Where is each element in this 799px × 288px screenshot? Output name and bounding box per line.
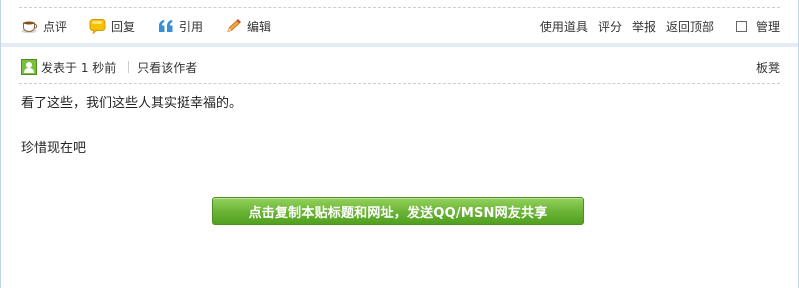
quote-icon [157, 17, 175, 35]
quote-button[interactable]: 引用 [157, 17, 203, 35]
post-meta-row: 发表于 1 秒前 只看该作者 板凳 [21, 57, 780, 77]
comment-button-label: 点评 [43, 19, 68, 34]
manage-toggle[interactable]: 管理 [735, 18, 780, 35]
reply-button[interactable]: 回复 [89, 17, 135, 35]
post-content-line: 珍惜现在吧 [21, 141, 87, 156]
speech-bubble-icon [89, 17, 107, 35]
report-link[interactable]: 举报 [632, 18, 656, 35]
back-to-top-link[interactable]: 返回顶部 [666, 18, 714, 35]
use-tools-link[interactable]: 使用道具 [540, 18, 588, 35]
post-meta-left: 发表于 1 秒前 只看该作者 [21, 59, 197, 76]
edit-button-label: 编辑 [247, 19, 272, 34]
only-author-link[interactable]: 只看该作者 [137, 59, 197, 76]
meta-divider [128, 61, 130, 73]
coffee-cup-icon [21, 17, 39, 35]
post-separator-bar [1, 43, 798, 47]
toolbar-left-actions: 点评 回复 引用 编辑 [21, 16, 293, 36]
pencil-icon [225, 17, 243, 35]
quote-button-label: 引用 [179, 19, 204, 34]
post-frame: 点评 回复 引用 编辑 使用道具 评分 举报 返回顶部 管理 发表于 1 秒前 … [0, 0, 799, 288]
copy-share-button[interactable]: 点击复制本贴标题和网址，发送QQ/MSN网友共享 [212, 197, 584, 225]
post-content: 看了这些，我们这些人其实挺幸福的。 珍惜现在吧 [21, 94, 242, 159]
posted-time: 发表于 1 秒前 [41, 60, 117, 75]
floor-label: 板凳 [755, 60, 780, 75]
online-user-icon [21, 59, 37, 75]
rate-link[interactable]: 评分 [598, 18, 622, 35]
post-action-toolbar: 点评 回复 引用 编辑 使用道具 评分 举报 返回顶部 管理 [21, 16, 780, 36]
manage-checkbox[interactable] [735, 20, 747, 32]
reply-button-label: 回复 [111, 19, 136, 34]
meta-divider-line [19, 83, 780, 84]
comment-button[interactable]: 点评 [21, 17, 67, 35]
post-content-line: 看了这些，我们这些人其实挺幸福的。 [21, 96, 243, 111]
edit-button[interactable]: 编辑 [225, 17, 271, 35]
manage-label: 管理 [755, 19, 780, 34]
toolbar-right-actions: 使用道具 评分 举报 返回顶部 管理 [530, 16, 780, 36]
top-divider [19, 7, 780, 8]
